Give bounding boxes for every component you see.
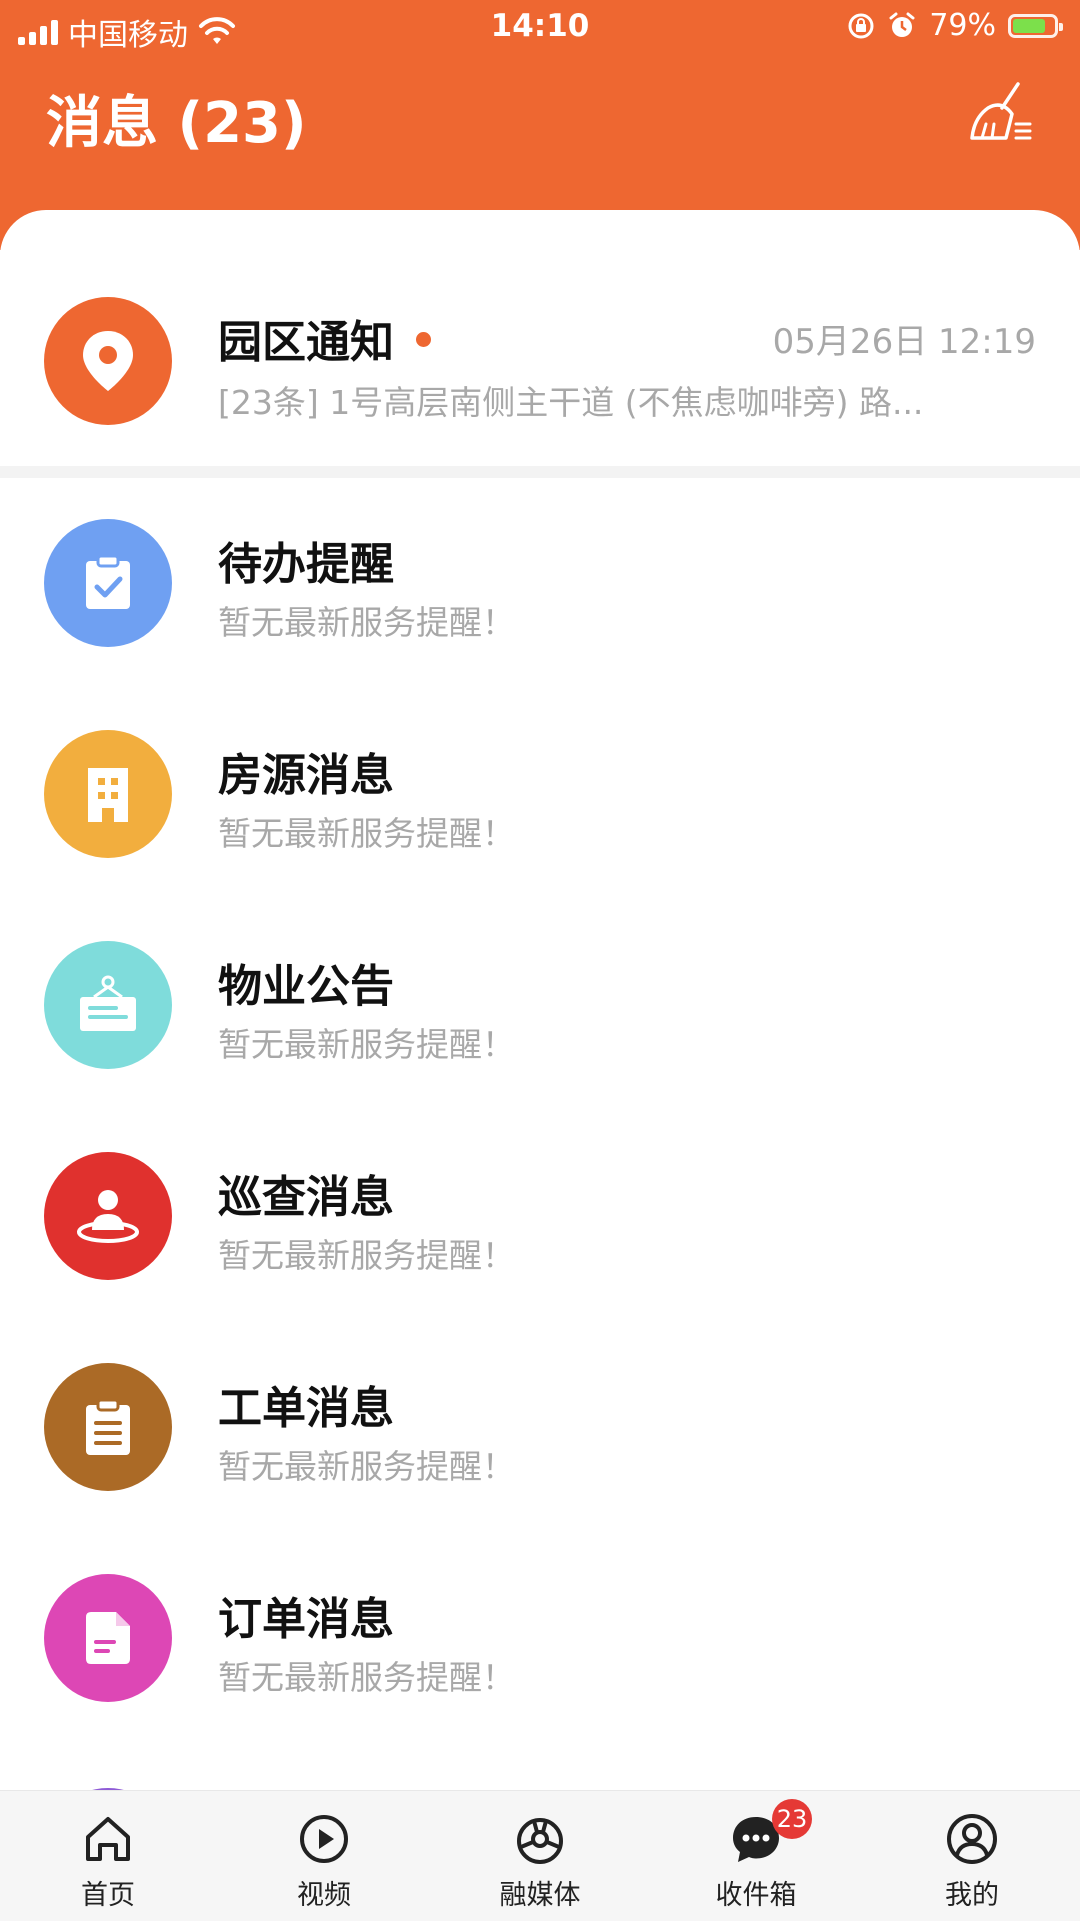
broom-icon	[970, 82, 1032, 140]
tab-home[interactable]: 首页	[0, 1791, 216, 1921]
todo-avatar	[44, 519, 172, 647]
page-title: 消息 (23)	[46, 91, 307, 156]
tab-video-label: 视频	[297, 1880, 351, 1911]
property-subtitle: 暂无最新服务提醒！	[218, 1025, 515, 1064]
tab-profile[interactable]: 我的	[864, 1791, 1080, 1921]
media-icon	[517, 1818, 563, 1864]
home-icon	[86, 1817, 130, 1861]
play-icon	[300, 1815, 348, 1863]
housing-title: 房源消息	[218, 750, 394, 801]
notice-title-wrap: 园区通知	[218, 306, 431, 370]
notice-row-park[interactable]: 园区通知 05月26日 12:19 [23条] 1号高层南侧主干道 (不焦虑咖啡…	[0, 210, 1080, 466]
tab-home-label: 首页	[81, 1880, 135, 1911]
order-document-icon	[86, 1612, 130, 1664]
order-subtitle: 暂无最新服务提醒！	[218, 1658, 515, 1697]
workorder-subtitle: 暂无最新服务提醒！	[218, 1447, 515, 1486]
section-divider	[0, 466, 1080, 478]
tab-profile-label: 我的	[945, 1880, 999, 1911]
tab-video[interactable]: 视频	[216, 1791, 432, 1921]
battery-icon	[1008, 13, 1063, 38]
patrol-subtitle: 暂无最新服务提醒！	[218, 1236, 515, 1275]
tab-media[interactable]: 融媒体	[432, 1791, 648, 1921]
msg-row-property[interactable]: 物业公告 暂无最新服务提醒！	[0, 900, 1080, 1111]
user-icon	[947, 1814, 997, 1864]
msg-row-order[interactable]: 订单消息 暂无最新服务提醒！	[0, 1533, 1080, 1744]
patrol-person-icon	[77, 1190, 139, 1243]
rotation-lock-icon	[848, 13, 874, 38]
todo-title: 待办提醒	[218, 539, 394, 590]
order-title: 订单消息	[218, 1594, 394, 1645]
workorder-avatar	[44, 1363, 172, 1491]
clipboard-check-icon	[86, 554, 130, 609]
msg-row-patrol[interactable]: 巡查消息 暂无最新服务提醒！	[0, 1111, 1080, 1322]
msg-row-todo[interactable]: 待办提醒 暂无最新服务提醒！	[0, 478, 1080, 689]
notice-board-icon	[80, 975, 136, 1031]
workorder-title: 工单消息	[218, 1383, 394, 1434]
clear-all-button[interactable]	[966, 78, 1036, 148]
notice-preview: [23条] 1号高层南侧主干道 (不焦虑咖啡旁) 路...	[218, 383, 924, 422]
housing-avatar	[44, 730, 172, 858]
status-bar: 中国移动 14:10 79%	[0, 0, 1080, 56]
patrol-title: 巡查消息	[218, 1172, 394, 1223]
property-avatar	[44, 941, 172, 1069]
tab-inbox[interactable]: 23 收件箱	[648, 1791, 864, 1921]
notice-avatar	[44, 297, 172, 425]
notice-title: 园区通知	[218, 317, 394, 368]
battery-percent: 79%	[929, 8, 996, 43]
location-pin-icon	[83, 331, 133, 391]
property-title: 物业公告	[218, 961, 394, 1012]
bottom-tab-bar: 首页 视频 融媒体 23 收件箱 我的	[0, 1790, 1080, 1921]
work-order-icon	[86, 1398, 130, 1455]
alarm-icon	[889, 12, 915, 37]
housing-subtitle: 暂无最新服务提醒！	[218, 814, 515, 853]
msg-row-housing[interactable]: 房源消息 暂无最新服务提醒！	[0, 689, 1080, 900]
todo-subtitle: 暂无最新服务提醒！	[218, 603, 515, 642]
building-icon	[88, 768, 128, 822]
notice-time: 05月26日 12:19	[772, 322, 1036, 362]
order-avatar	[44, 1574, 172, 1702]
unread-dot	[416, 331, 431, 347]
inbox-badge: 23	[772, 1799, 812, 1839]
patrol-avatar	[44, 1152, 172, 1280]
message-list: 园区通知 05月26日 12:19 [23条] 1号高层南侧主干道 (不焦虑咖啡…	[0, 210, 1080, 1790]
msg-row-workorder[interactable]: 工单消息 暂无最新服务提醒！	[0, 1322, 1080, 1533]
tab-media-label: 融媒体	[499, 1880, 581, 1911]
tab-inbox-label: 收件箱	[715, 1880, 797, 1911]
